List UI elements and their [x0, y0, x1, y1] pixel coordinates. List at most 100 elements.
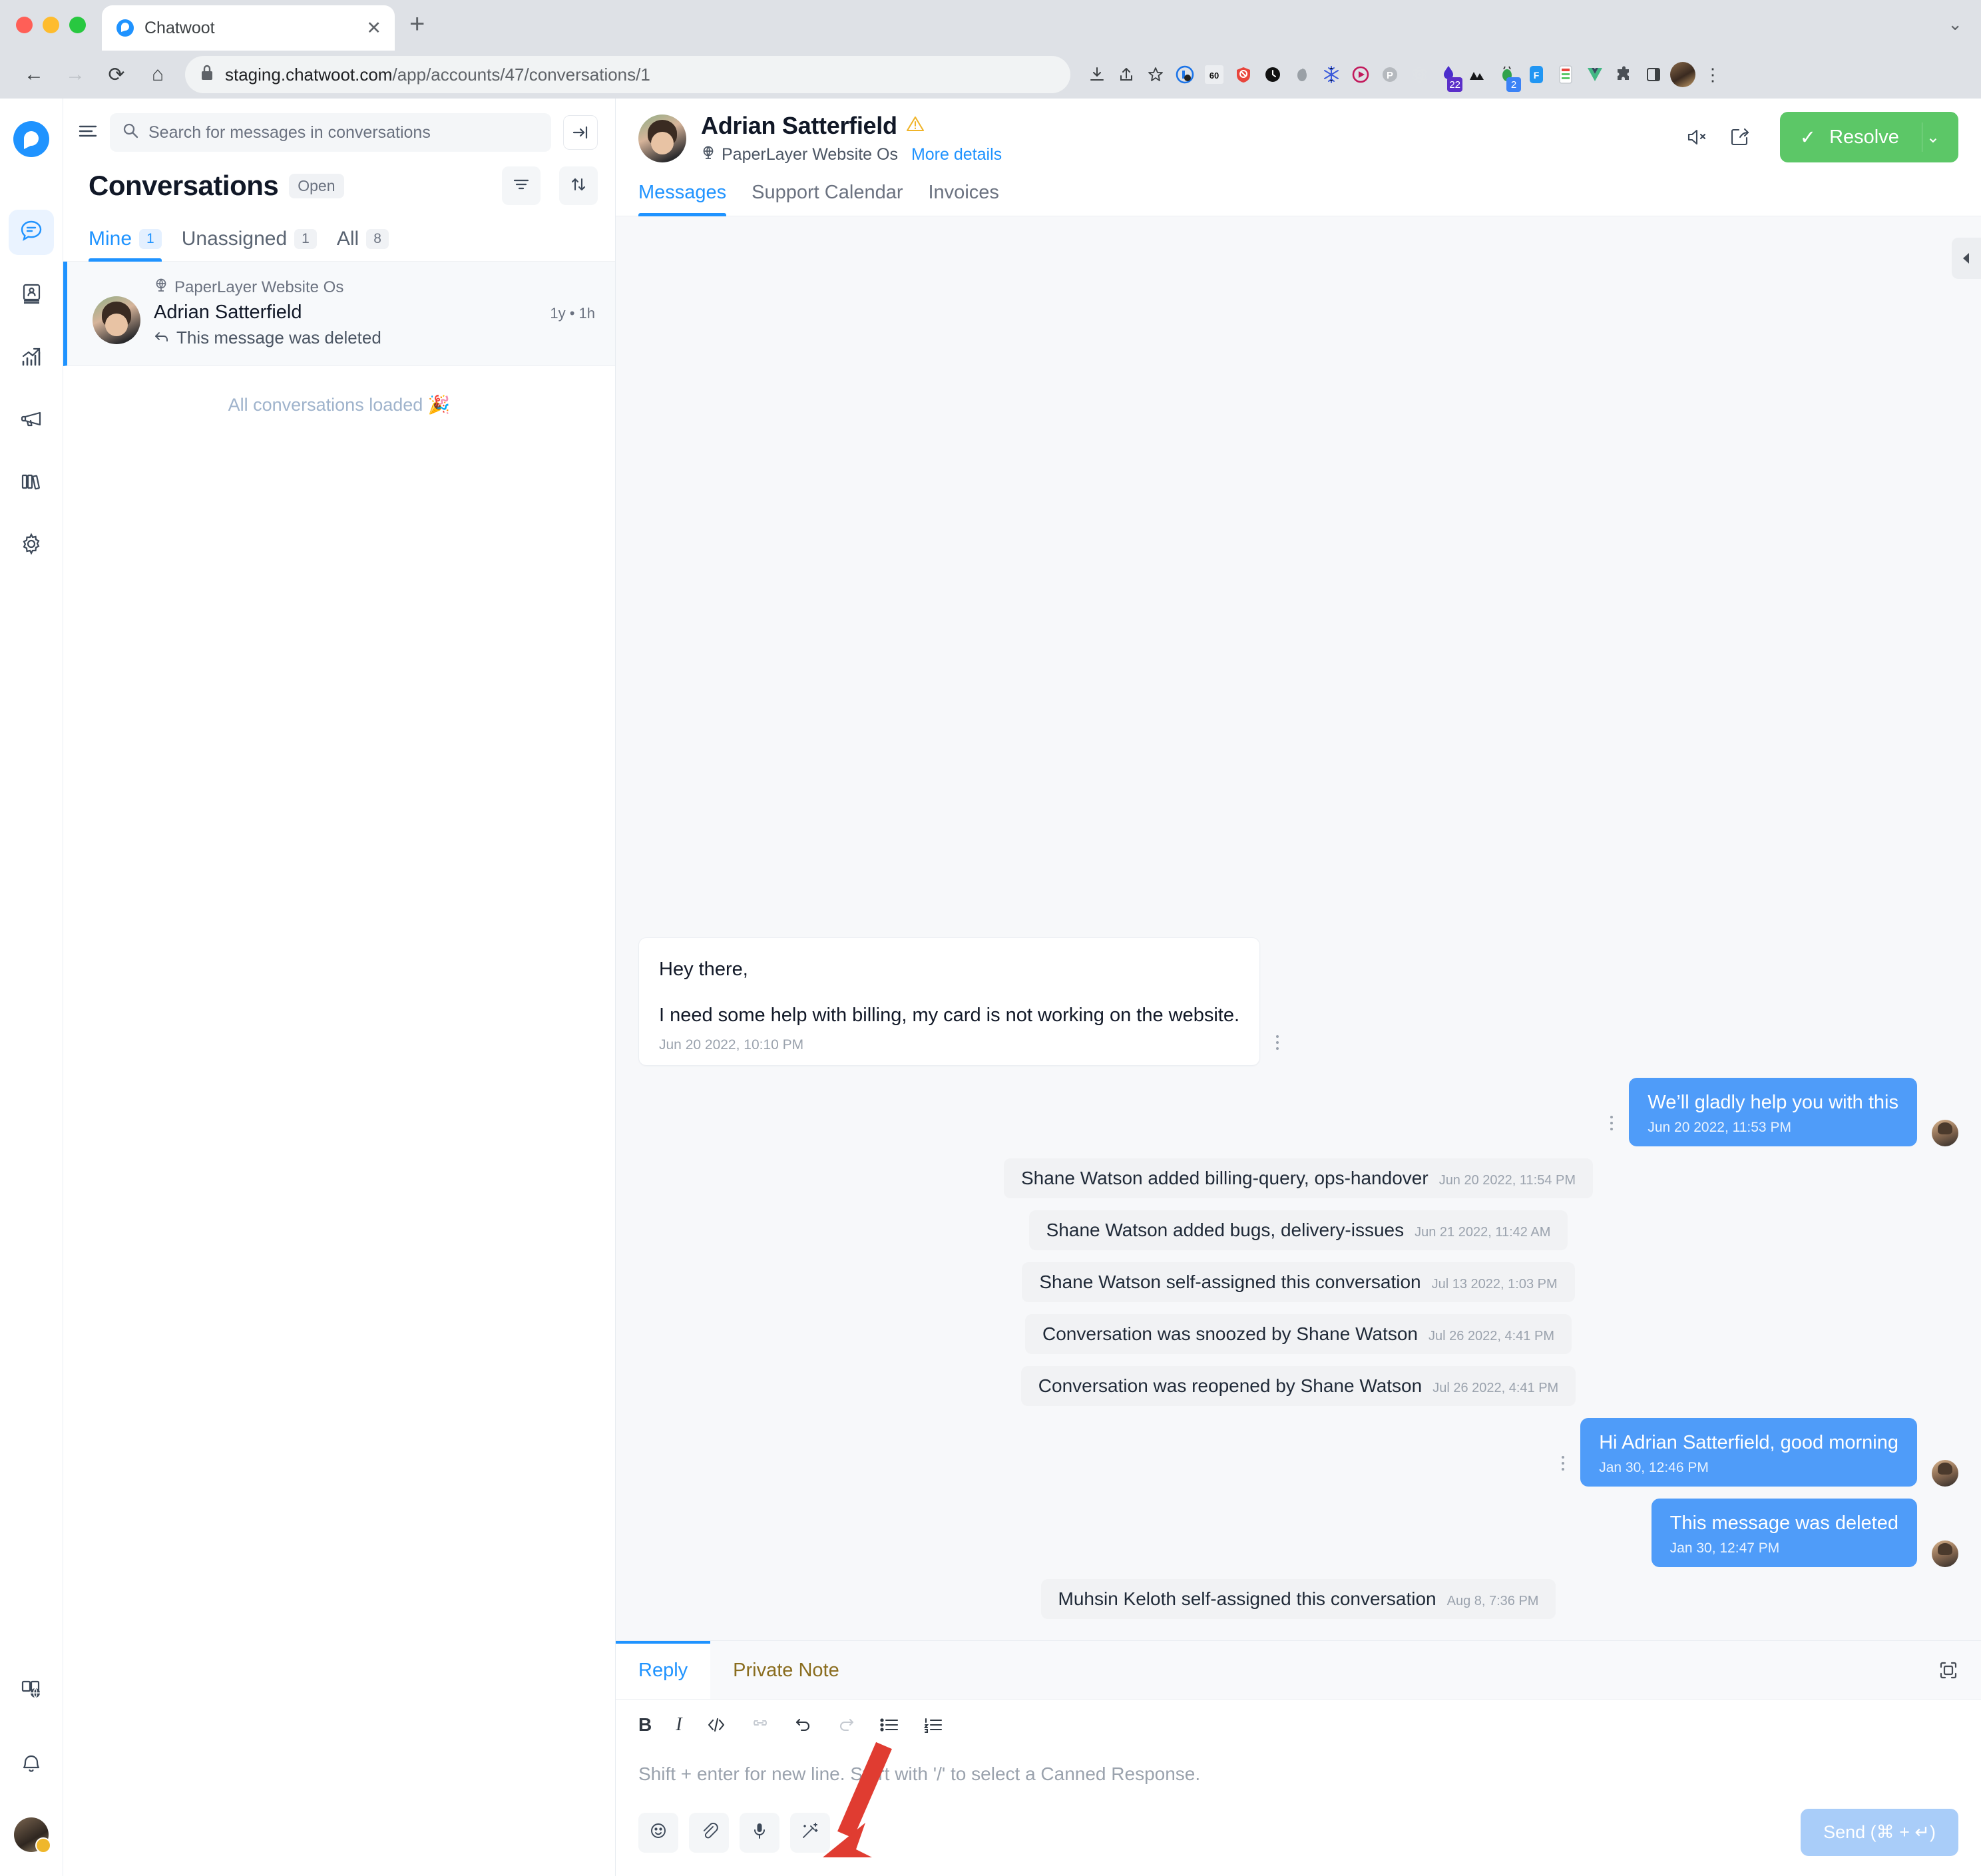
mute-speaker-icon[interactable]	[1687, 127, 1709, 147]
tab-reply[interactable]: Reply	[616, 1641, 711, 1699]
ordered-list-button[interactable]	[923, 1717, 943, 1733]
activity-timestamp: Jul 26 2022, 4:41 PM	[1432, 1380, 1559, 1395]
chevron-down-icon[interactable]: ⌄	[1948, 14, 1981, 51]
reply-input-area[interactable]: Shift + enter for new line. Start with '…	[616, 1741, 1981, 1785]
extension-gray-icon[interactable]	[1287, 56, 1317, 93]
message-row: Hey there, I need some help with billing…	[638, 937, 1958, 1066]
extension-play-icon[interactable]	[1346, 56, 1375, 93]
tab-support-calendar[interactable]: Support Calendar	[752, 182, 903, 216]
extension-snowflake-icon[interactable]	[1317, 56, 1346, 93]
bold-button[interactable]: B	[638, 1714, 652, 1736]
maximize-window-button[interactable]	[69, 17, 86, 33]
back-button[interactable]: ←	[15, 55, 53, 94]
link-button[interactable]	[750, 1718, 770, 1732]
expand-fullscreen-icon[interactable]	[1916, 1660, 1981, 1680]
more-details-link[interactable]: More details	[911, 145, 1002, 164]
message-timestamp: Jan 30, 12:46 PM	[1599, 1459, 1709, 1475]
message-menu-button[interactable]	[1546, 1453, 1580, 1487]
collapse-sidebar-button[interactable]	[563, 115, 598, 150]
download-icon[interactable]	[1082, 56, 1112, 93]
extension-adblock-icon[interactable]	[1229, 56, 1258, 93]
reply-arrow-icon	[154, 328, 170, 348]
extension-react-icon[interactable]	[1405, 56, 1434, 93]
extension-list-icon[interactable]	[1551, 56, 1580, 93]
resolve-button[interactable]: ✓ Resolve ⌄	[1779, 112, 1958, 162]
chatwoot-logo-icon[interactable]	[11, 118, 52, 160]
sidebar-item-contacts[interactable]	[9, 272, 54, 318]
list-item[interactable]: PaperLayer Website Os Adrian Satterfield…	[63, 262, 615, 366]
activity-timestamp: Aug 8, 7:36 PM	[1446, 1594, 1539, 1608]
extension-purple-badge-icon[interactable]: 22	[1434, 56, 1463, 93]
browser-extension-icons: 60 P 22 2 F ⋮	[1082, 56, 1728, 93]
message-menu-button[interactable]	[1260, 1033, 1295, 1066]
minimize-window-button[interactable]	[43, 17, 59, 33]
close-icon[interactable]: ✕	[366, 19, 381, 37]
tab-invoices[interactable]: Invoices	[929, 182, 999, 216]
menu-toggle-icon[interactable]	[78, 122, 98, 142]
resolve-button-label: Resolve	[1829, 126, 1899, 148]
activity-row: Shane Watson added billing-query, ops-ha…	[638, 1158, 1958, 1198]
browser-tab-chatwoot[interactable]: Chatwoot ✕	[102, 5, 395, 51]
address-bar[interactable]: staging.chatwoot.com/app/accounts/47/con…	[185, 56, 1070, 93]
books-icon	[19, 469, 43, 497]
warning-triangle-icon[interactable]	[905, 115, 925, 138]
forward-button[interactable]: →	[56, 55, 95, 94]
message-menu-button[interactable]	[1594, 1113, 1629, 1146]
conversation-filter-tabs: Mine 1 Unassigned 1 All 8	[63, 212, 615, 262]
sidebar-item-notifications[interactable]	[9, 1743, 54, 1788]
chrome-profile-avatar[interactable]	[1668, 56, 1697, 93]
extension-blue-badge-icon[interactable]: 2	[1492, 56, 1522, 93]
tab-unassigned[interactable]: Unassigned 1	[182, 228, 317, 261]
redo-button[interactable]	[837, 1716, 855, 1734]
share-box-icon[interactable]	[1729, 126, 1751, 148]
tab-mine[interactable]: Mine 1	[89, 228, 162, 262]
attach-button[interactable]	[689, 1812, 729, 1853]
reload-button[interactable]: ⟳	[97, 55, 136, 94]
undo-button[interactable]	[794, 1716, 813, 1734]
contact-panel-toggle[interactable]	[1952, 238, 1981, 279]
reply-composer: Reply Private Note B I Shift + enter for…	[616, 1640, 1981, 1876]
sidebar-item-settings[interactable]	[9, 523, 54, 568]
bookmark-star-icon[interactable]	[1141, 56, 1170, 93]
sidebar-item-help-center[interactable]	[9, 460, 54, 505]
code-button[interactable]	[706, 1716, 726, 1734]
extension-clock-icon[interactable]	[1258, 56, 1287, 93]
extension-vue-icon[interactable]	[1580, 56, 1610, 93]
tab-messages[interactable]: Messages	[638, 182, 727, 216]
extension-sidepanel-icon[interactable]	[1639, 56, 1668, 93]
extension-peaks-icon[interactable]	[1463, 56, 1492, 93]
filter-button[interactable]	[502, 166, 541, 205]
new-tab-button[interactable]: +	[409, 11, 425, 51]
browser-menu-button[interactable]: ⋮	[1697, 65, 1728, 85]
conversation-inbox: PaperLayer Website Os	[154, 278, 595, 297]
bullet-list-button[interactable]	[879, 1717, 899, 1733]
svg-text:60: 60	[1210, 71, 1219, 81]
sidebar-item-docs[interactable]	[9, 1668, 54, 1714]
close-window-button[interactable]	[16, 17, 33, 33]
sidebar-item-conversations[interactable]	[9, 210, 54, 255]
sidebar-profile-avatar[interactable]	[14, 1817, 51, 1853]
extension-lastpass-icon[interactable]	[1170, 56, 1200, 93]
home-button[interactable]: ⌂	[138, 55, 177, 94]
tab-private-note[interactable]: Private Note	[710, 1641, 862, 1699]
extension-pocket-icon[interactable]: P	[1375, 56, 1405, 93]
sort-button[interactable]	[559, 166, 598, 205]
search-box[interactable]	[110, 113, 551, 152]
send-button[interactable]: Send (⌘ + ↵)	[1801, 1809, 1958, 1856]
chevron-down-icon[interactable]: ⌄	[1921, 122, 1958, 152]
extension-grammarly-icon[interactable]: 60	[1200, 56, 1229, 93]
window-traffic-lights	[16, 17, 102, 51]
extensions-puzzle-icon[interactable]	[1610, 56, 1639, 93]
extension-figma-icon[interactable]: F	[1522, 56, 1551, 93]
sidebar-item-campaigns[interactable]	[9, 397, 54, 443]
svg-text:P: P	[1387, 70, 1393, 81]
italic-button[interactable]: I	[676, 1714, 682, 1736]
sidebar-item-reports[interactable]	[9, 335, 54, 380]
check-icon: ✓	[1799, 126, 1817, 148]
search-input[interactable]	[148, 122, 539, 142]
ai-assist-button[interactable]	[790, 1812, 830, 1853]
emoji-button[interactable]	[638, 1812, 678, 1853]
audio-button[interactable]	[740, 1812, 779, 1853]
share-icon[interactable]	[1112, 56, 1141, 93]
tab-all[interactable]: All 8	[337, 228, 389, 261]
